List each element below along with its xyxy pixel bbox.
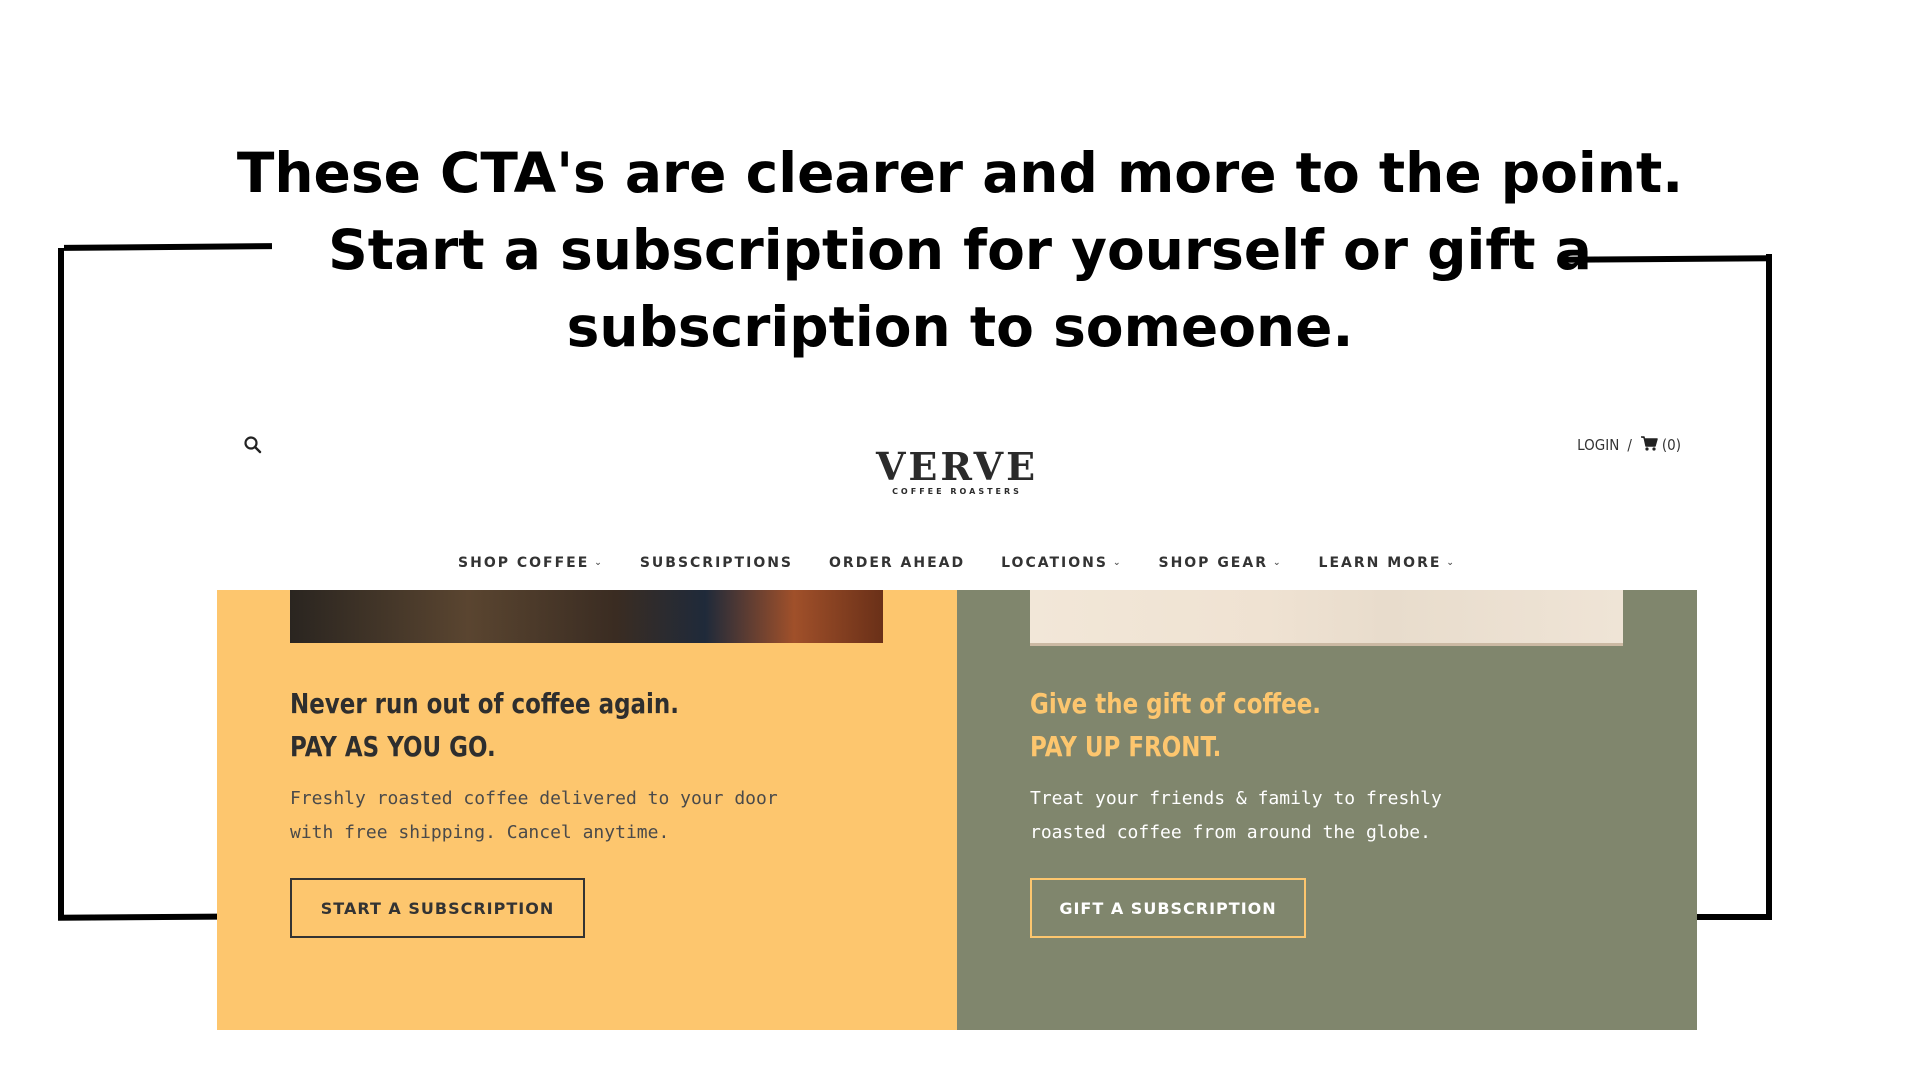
start-subscription-button[interactable]: START A SUBSCRIPTION [290,878,585,938]
annotation-line-1: These CTA's are clearer and more to the … [236,141,1684,205]
right-bracket-vertical [1766,254,1772,920]
annotation-line-3: subscription to someone. [566,295,1354,359]
nav-label: SUBSCRIPTIONS [639,554,794,571]
cart-icon [1640,435,1658,455]
panel-title-line-1: Never run out of coffee again. [290,687,679,720]
coffee-photo [290,590,883,643]
panel-title: Never run out of coffee again. PAY AS YO… [290,682,679,768]
panel-desc-line-1: Freshly roasted coffee delivered to your… [290,788,778,809]
nav-label: LOCATIONS [1001,554,1108,571]
panel-title-line-1: Give the gift of coffee. [1030,687,1322,720]
annotated-screenshot: These CTA's are clearer and more to the … [0,0,1920,1080]
nav-label: LEARN MORE [1318,554,1442,571]
left-bracket-vertical [58,248,64,918]
panel-desc-line-2: roasted coffee from around the globe. [1030,822,1431,843]
chevron-down-icon: ⌄ [1112,557,1123,568]
nav-label: ORDER AHEAD [829,554,966,571]
main-nav: SHOP COFFEE ⌄ SUBSCRIPTIONS ORDER AHEAD … [217,535,1697,590]
panel-desc-line-2: with free shipping. Cancel anytime. [290,822,670,843]
gift-photo [1030,590,1623,646]
panel-title: Give the gift of coffee. PAY UP FRONT. [1030,682,1321,768]
search-icon[interactable] [243,435,263,455]
cart-link[interactable]: (0) [1640,435,1681,455]
subscription-panels: Never run out of coffee again. PAY AS YO… [217,590,1697,1030]
nav-locations[interactable]: LOCATIONS ⌄ [1001,555,1122,571]
nav-order-ahead[interactable]: ORDER AHEAD [829,555,965,571]
gift-subscription-button[interactable]: GIFT A SUBSCRIPTION [1030,878,1306,938]
nav-learn-more[interactable]: LEARN MORE ⌄ [1319,555,1456,571]
panel-title-line-2: PAY AS YOU GO. [290,730,496,763]
panel-description: Freshly roasted coffee delivered to your… [290,782,778,850]
logo-wordmark: VERVE [875,444,1039,489]
nav-subscriptions[interactable]: SUBSCRIPTIONS [640,555,793,571]
panel-title-line-2: PAY UP FRONT. [1030,730,1222,763]
panel-description: Treat your friends & family to freshly r… [1030,782,1442,850]
annotation-line-2: Start a subscription for yourself or gif… [328,218,1592,282]
cart-count: (0) [1661,436,1681,454]
chevron-down-icon: ⌄ [594,557,604,568]
panel-desc-line-1: Treat your friends & family to freshly [1030,788,1442,809]
login-link[interactable]: LOGIN [1577,436,1619,454]
verve-logo[interactable]: VERVE COFFEE ROASTERS [857,444,1057,497]
nav-shop-coffee[interactable]: SHOP COFFEE ⌄ [458,555,604,571]
nav-shop-gear[interactable]: SHOP GEAR ⌄ [1158,555,1282,571]
chevron-down-icon: ⌄ [1273,557,1283,568]
gift-panel: Give the gift of coffee. PAY UP FRONT. T… [957,590,1697,1030]
account-area: LOGIN / (0) [1577,435,1681,455]
site-header: VERVE COFFEE ROASTERS LOGIN / (0) [217,425,1697,536]
annotation-headline: These CTA's are clearer and more to the … [230,135,1690,366]
subscription-panel: Never run out of coffee again. PAY AS YO… [217,590,957,1030]
website-screenshot: VERVE COFFEE ROASTERS LOGIN / (0) SHOP C… [217,425,1697,1030]
login-separator: / [1627,436,1632,454]
nav-label: SHOP GEAR [1158,554,1268,571]
nav-label: SHOP COFFEE [458,554,590,571]
chevron-down-icon: ⌄ [1446,557,1456,568]
right-bracket-top [1559,255,1771,263]
